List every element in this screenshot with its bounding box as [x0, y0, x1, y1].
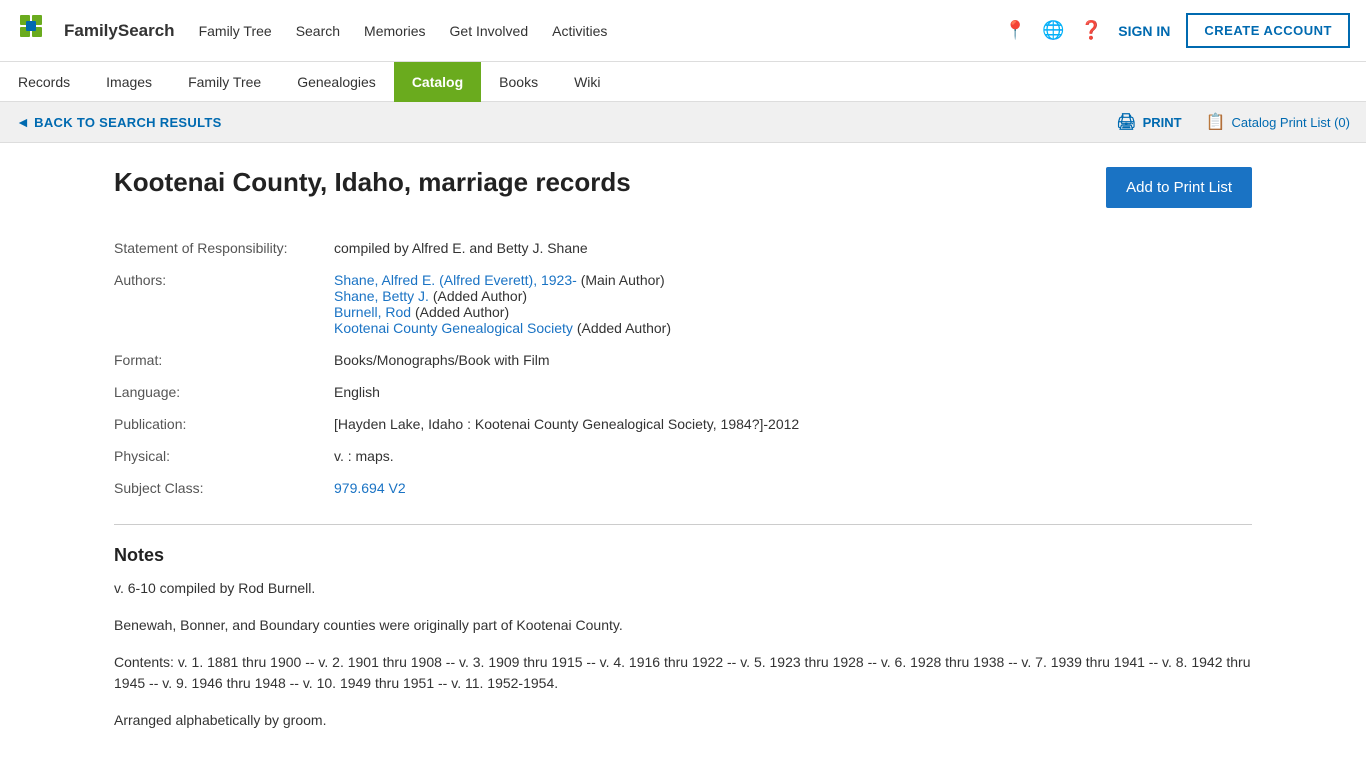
- field-label-authors: Authors:: [114, 264, 334, 344]
- author-role-1: (Main Author): [581, 272, 665, 288]
- record-title: Kootenai County, Idaho, marriage records: [114, 167, 631, 198]
- back-to-search-link[interactable]: ◄ BACK TO SEARCH RESULTS: [16, 114, 222, 130]
- globe-icon[interactable]: 🌐: [1042, 20, 1064, 42]
- back-label: BACK TO SEARCH RESULTS: [34, 115, 221, 130]
- subnav-genealogies[interactable]: Genealogies: [279, 62, 394, 102]
- field-value-subject-class: 979.694 V2: [334, 472, 1252, 504]
- field-label-statement: Statement of Responsibility:: [114, 232, 334, 264]
- header-right: 📍 🌐 ❓ SIGN IN CREATE ACCOUNT: [1004, 13, 1350, 48]
- author-link-4[interactable]: Kootenai County Genealogical Society: [334, 320, 573, 336]
- bar-right: 🖨 PRINT 📋 Catalog Print List (0): [1116, 112, 1350, 132]
- main-content: Kootenai County, Idaho, marriage records…: [98, 143, 1268, 771]
- print-label: PRINT: [1143, 115, 1182, 130]
- print-link[interactable]: 🖨 PRINT: [1116, 112, 1181, 132]
- author-link-2[interactable]: Shane, Betty J.: [334, 288, 429, 304]
- sub-nav: Records Images Family Tree Genealogies C…: [0, 62, 1366, 102]
- back-chevron-icon: ◄: [16, 114, 30, 130]
- author-1: Shane, Alfred E. (Alfred Everett), 1923-…: [334, 272, 1240, 288]
- header: FamilySearch Family Tree Search Memories…: [0, 0, 1366, 62]
- field-label-subject-class: Subject Class:: [114, 472, 334, 504]
- author-role-4: (Added Author): [577, 320, 671, 336]
- list-icon: 📋: [1206, 112, 1226, 132]
- divider: [114, 524, 1252, 525]
- field-label-language: Language:: [114, 376, 334, 408]
- field-label-format: Format:: [114, 344, 334, 376]
- author-link-1[interactable]: Shane, Alfred E. (Alfred Everett), 1923-: [334, 272, 577, 288]
- familysearch-logo-icon: [16, 11, 56, 51]
- field-value-statement: compiled by Alfred E. and Betty J. Shane: [334, 232, 1252, 264]
- nav-search[interactable]: Search: [296, 23, 340, 39]
- note-4: Arranged alphabetically by groom.: [114, 710, 1252, 731]
- field-language: Language: English: [114, 376, 1252, 408]
- field-subject-class: Subject Class: 979.694 V2: [114, 472, 1252, 504]
- author-3: Burnell, Rod (Added Author): [334, 304, 1240, 320]
- field-statement: Statement of Responsibility: compiled by…: [114, 232, 1252, 264]
- catalog-print-list-label: Catalog Print List (0): [1232, 115, 1351, 130]
- note-2: Benewah, Bonner, and Boundary counties w…: [114, 615, 1252, 636]
- main-nav: Family Tree Search Memories Get Involved…: [199, 23, 1005, 39]
- nav-get-involved[interactable]: Get Involved: [450, 23, 529, 39]
- help-icon[interactable]: ❓: [1080, 20, 1102, 42]
- nav-memories[interactable]: Memories: [364, 23, 425, 39]
- create-account-button[interactable]: CREATE ACCOUNT: [1186, 13, 1350, 48]
- metadata-table: Statement of Responsibility: compiled by…: [114, 232, 1252, 504]
- logo-area[interactable]: FamilySearch: [16, 11, 175, 51]
- field-publication: Publication: [Hayden Lake, Idaho : Koote…: [114, 408, 1252, 440]
- field-value-language: English: [334, 376, 1252, 408]
- field-label-physical: Physical:: [114, 440, 334, 472]
- author-role-2: (Added Author): [433, 288, 527, 304]
- nav-activities[interactable]: Activities: [552, 23, 607, 39]
- field-value-format: Books/Monographs/Book with Film: [334, 344, 1252, 376]
- logo-text: FamilySearch: [64, 21, 175, 41]
- note-1: v. 6-10 compiled by Rod Burnell.: [114, 578, 1252, 599]
- record-header: Kootenai County, Idaho, marriage records…: [114, 167, 1252, 208]
- field-value-publication: [Hayden Lake, Idaho : Kootenai County Ge…: [334, 408, 1252, 440]
- author-2: Shane, Betty J. (Added Author): [334, 288, 1240, 304]
- location-icon[interactable]: 📍: [1004, 20, 1026, 42]
- nav-family-tree[interactable]: Family Tree: [199, 23, 272, 39]
- field-value-physical: v. : maps.: [334, 440, 1252, 472]
- subject-class-link[interactable]: 979.694 V2: [334, 480, 406, 496]
- field-label-publication: Publication:: [114, 408, 334, 440]
- notes-heading: Notes: [114, 545, 1252, 566]
- subnav-records[interactable]: Records: [0, 62, 88, 102]
- notes-section: Notes v. 6-10 compiled by Rod Burnell. B…: [114, 545, 1252, 731]
- note-3: Contents: v. 1. 1881 thru 1900 -- v. 2. …: [114, 652, 1252, 694]
- subnav-images[interactable]: Images: [88, 62, 170, 102]
- field-value-authors: Shane, Alfred E. (Alfred Everett), 1923-…: [334, 264, 1252, 344]
- subnav-family-tree[interactable]: Family Tree: [170, 62, 279, 102]
- field-authors: Authors: Shane, Alfred E. (Alfred Everet…: [114, 264, 1252, 344]
- back-bar: ◄ BACK TO SEARCH RESULTS 🖨 PRINT 📋 Catal…: [0, 102, 1366, 143]
- subnav-wiki[interactable]: Wiki: [556, 62, 618, 102]
- field-physical: Physical: v. : maps.: [114, 440, 1252, 472]
- catalog-print-list-link[interactable]: 📋 Catalog Print List (0): [1206, 112, 1350, 132]
- author-4: Kootenai County Genealogical Society (Ad…: [334, 320, 1240, 336]
- author-role-3: (Added Author): [415, 304, 509, 320]
- printer-icon: 🖨: [1116, 112, 1136, 132]
- subnav-books[interactable]: Books: [481, 62, 556, 102]
- field-format: Format: Books/Monographs/Book with Film: [114, 344, 1252, 376]
- sign-in-link[interactable]: SIGN IN: [1118, 23, 1170, 39]
- subnav-catalog[interactable]: Catalog: [394, 62, 481, 102]
- add-to-print-button[interactable]: Add to Print List: [1106, 167, 1252, 208]
- author-link-3[interactable]: Burnell, Rod: [334, 304, 411, 320]
